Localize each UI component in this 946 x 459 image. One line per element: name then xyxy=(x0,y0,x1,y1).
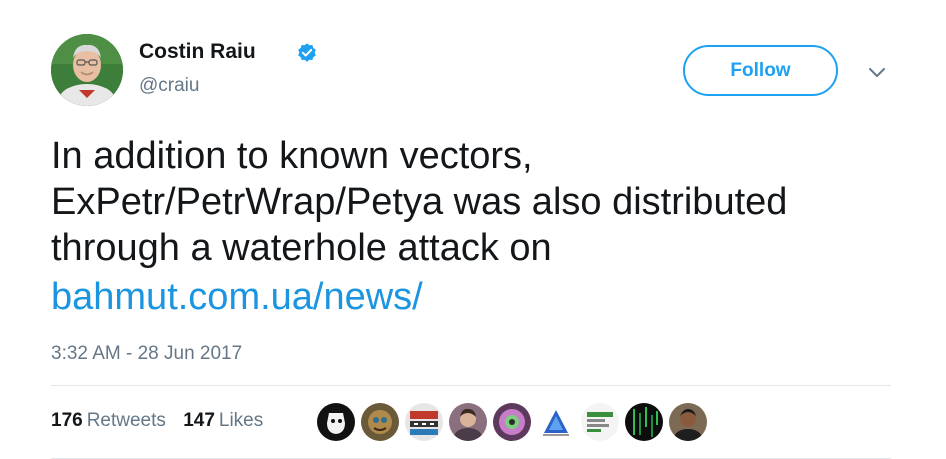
tweet-stats: 176 Retweets 147 Likes xyxy=(51,410,275,432)
retweets-stat[interactable]: 176 Retweets xyxy=(51,410,166,432)
liker-avatar[interactable] xyxy=(669,403,707,441)
liker-avatar[interactable] xyxy=(493,403,531,441)
liker-avatar-6-icon xyxy=(537,403,575,441)
verified-badge-icon xyxy=(298,43,316,62)
liker-avatar[interactable] xyxy=(405,403,443,441)
chevron-down-icon[interactable] xyxy=(866,62,888,84)
author-handle[interactable]: @craiu xyxy=(139,75,199,97)
liker-avatar-7-icon xyxy=(581,403,619,441)
liker-avatar[interactable] xyxy=(449,403,487,441)
liker-avatar-5-icon xyxy=(493,403,531,441)
retweets-label: Retweets xyxy=(86,410,166,431)
likers-avatar-list xyxy=(317,403,713,441)
person-photo-avatar-icon xyxy=(51,34,123,106)
tweet-text-line: ExPetr/PetrWrap/Petya was also distribut… xyxy=(51,181,788,223)
liker-avatar-9-icon xyxy=(669,403,707,441)
likes-count: 147 xyxy=(183,410,215,431)
tweet-link[interactable]: bahmut.com.ua/news/ xyxy=(51,274,423,320)
tweet-text-line: In addition to known vectors, xyxy=(51,135,533,177)
author-avatar[interactable] xyxy=(51,34,123,106)
liker-avatar[interactable] xyxy=(361,403,399,441)
divider xyxy=(51,385,891,386)
liker-avatar-2-icon xyxy=(361,403,399,441)
author-name[interactable]: Costin Raiu xyxy=(139,40,256,64)
likes-label: Likes xyxy=(218,410,264,431)
liker-avatar[interactable] xyxy=(537,403,575,441)
liker-avatar[interactable] xyxy=(581,403,619,441)
liker-avatar[interactable] xyxy=(317,403,355,441)
liker-avatar-3-icon xyxy=(405,403,443,441)
tweet-card: Costin Raiu @craiu Follow In addition to… xyxy=(0,0,946,459)
retweets-count: 176 xyxy=(51,410,83,431)
tweet-timestamp[interactable]: 3:32 AM - 28 Jun 2017 xyxy=(51,343,242,365)
liker-avatar-4-icon xyxy=(449,403,487,441)
follow-button[interactable]: Follow xyxy=(683,45,838,96)
liker-avatar-8-icon xyxy=(625,403,663,441)
liker-avatar-1-icon xyxy=(317,403,355,441)
tweet-text: In addition to known vectors, ExPetr/Pet… xyxy=(51,133,911,320)
likes-stat[interactable]: 147 Likes xyxy=(183,410,263,432)
tweet-text-line: through a waterhole attack on xyxy=(51,227,552,269)
liker-avatar[interactable] xyxy=(625,403,663,441)
